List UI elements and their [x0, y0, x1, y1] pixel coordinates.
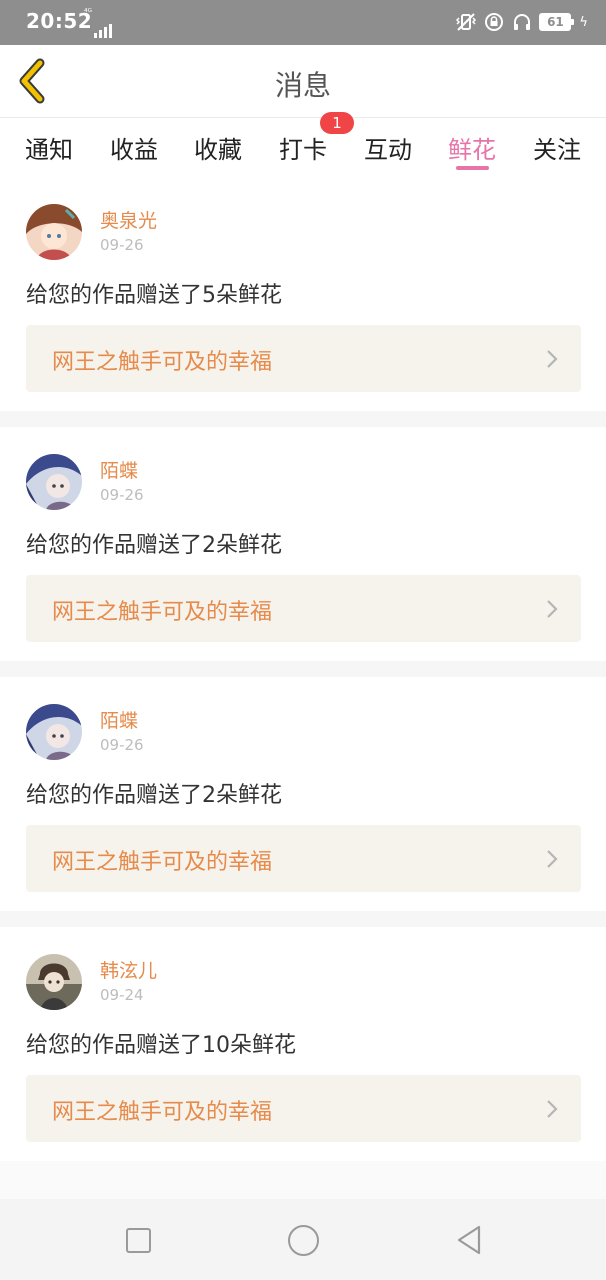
charging-icon: ϟ [579, 14, 588, 30]
work-title: 网王之触手可及的幸福 [52, 850, 273, 875]
work-title: 网王之触手可及的幸福 [52, 350, 273, 375]
message-text: 给您的作品赠送了5朵鲜花 [26, 283, 282, 308]
chevron-right-icon [547, 600, 558, 618]
avatar[interactable] [26, 704, 82, 760]
chevron-right-icon [547, 850, 558, 868]
message-date: 09-26 [100, 736, 144, 754]
tab-notifications[interactable]: 通知 [25, 130, 73, 165]
avatar[interactable] [26, 954, 82, 1010]
tab-follow[interactable]: 关注 [533, 130, 581, 165]
sender-name[interactable]: 奥泉光 [100, 206, 157, 233]
recent-apps-icon[interactable] [126, 1228, 151, 1253]
chevron-right-icon [547, 350, 558, 368]
network-type: ⁴ᴳ [84, 8, 92, 18]
avatar[interactable] [26, 204, 82, 260]
page-title: 消息 [274, 69, 331, 102]
message-date: 09-26 [100, 236, 144, 254]
message-card: 陌蝶 09-26 给您的作品赠送了2朵鲜花 网王之触手可及的幸福 [0, 677, 606, 911]
divider [0, 1161, 606, 1199]
divider [0, 411, 606, 427]
message-text: 给您的作品赠送了10朵鲜花 [26, 1033, 296, 1058]
chevron-right-icon [547, 1100, 558, 1118]
sender-name[interactable]: 韩泫儿 [100, 956, 157, 983]
work-link[interactable]: 网王之触手可及的幸福 [26, 825, 581, 892]
message-text: 给您的作品赠送了2朵鲜花 [26, 533, 282, 558]
work-title: 网王之触手可及的幸福 [52, 600, 273, 625]
work-title: 网王之触手可及的幸福 [52, 1100, 273, 1125]
message-text: 给您的作品赠送了2朵鲜花 [26, 783, 282, 808]
tab-interaction[interactable]: 互动 [364, 130, 412, 165]
tab-checkin[interactable]: 打卡 [279, 130, 327, 165]
work-link[interactable]: 网王之触手可及的幸福 [26, 325, 581, 392]
work-link[interactable]: 网王之触手可及的幸福 [26, 575, 581, 642]
message-card: 陌蝶 09-26 给您的作品赠送了2朵鲜花 网王之触手可及的幸福 [0, 427, 606, 661]
vibrate-icon [455, 11, 477, 33]
avatar[interactable] [26, 454, 82, 510]
checkin-badge: 1 [320, 112, 354, 134]
lock-rotation-icon [483, 11, 505, 33]
status-time: 20:52 [26, 9, 93, 33]
sender-name[interactable]: 陌蝶 [100, 456, 138, 483]
system-nav-bar [0, 1199, 606, 1280]
sender-name[interactable]: 陌蝶 [100, 706, 138, 733]
battery-icon: 61 [539, 13, 575, 31]
message-card: 韩泫儿 09-24 给您的作品赠送了10朵鲜花 网王之触手可及的幸福 [0, 927, 606, 1161]
headphones-icon [511, 11, 533, 33]
active-tab-indicator [456, 166, 489, 170]
message-card: 奥泉光 09-26 给您的作品赠送了5朵鲜花 网王之触手可及的幸福 [0, 177, 606, 411]
work-link[interactable]: 网王之触手可及的幸福 [26, 1075, 581, 1142]
signal-icon [94, 22, 112, 38]
back-triangle-icon[interactable] [455, 1224, 483, 1256]
status-bar: 20:52 ⁴ᴳ 61 ϟ [0, 0, 606, 45]
divider [0, 911, 606, 927]
message-date: 09-24 [100, 986, 144, 1004]
tab-flowers[interactable]: 鲜花 [448, 130, 496, 165]
tab-favorites[interactable]: 收藏 [194, 130, 242, 165]
app-header: 消息 [0, 45, 606, 118]
tab-earnings[interactable]: 收益 [110, 130, 158, 165]
home-icon[interactable] [288, 1225, 319, 1256]
divider [0, 661, 606, 677]
message-date: 09-26 [100, 486, 144, 504]
